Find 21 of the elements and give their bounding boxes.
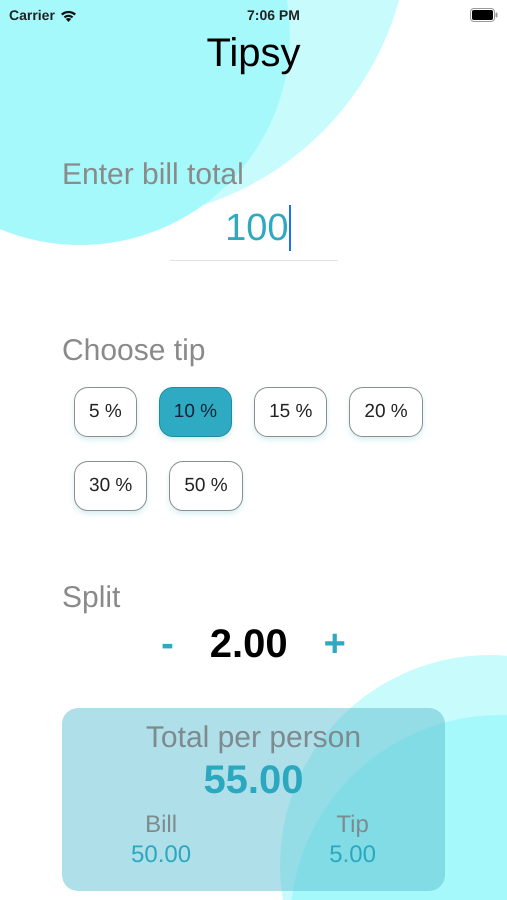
tip-option-button[interactable]: 5 % (74, 387, 137, 437)
breakdown-amount: 50.00 (131, 840, 192, 870)
tip-option-button[interactable]: 50 % (169, 461, 243, 511)
total-amount: 55.00 (203, 757, 304, 804)
status-time: 7:06 PM (247, 6, 300, 24)
breakdown-amount: 5.00 (329, 840, 376, 870)
breakdown-label: Tip (336, 810, 369, 840)
tip-option-button[interactable]: 30 % (74, 461, 148, 511)
result-label: Total per person (146, 720, 362, 756)
split-count: 2.00 (210, 621, 288, 668)
tip-option-button[interactable]: 10 % (158, 387, 232, 437)
tip-option-button[interactable]: 15 % (254, 387, 328, 437)
wifi-icon (60, 8, 77, 22)
battery-icon (470, 8, 498, 22)
section-label: Choose tip (62, 333, 206, 369)
carrier-label: Carrier (9, 6, 55, 24)
tip-option-button[interactable]: 20 % (349, 387, 423, 437)
breakdown-label: Bill (145, 810, 178, 840)
section-label: Enter bill total (62, 157, 244, 193)
app-title: Tipsy (206, 30, 301, 77)
section-label: Split (62, 580, 120, 616)
